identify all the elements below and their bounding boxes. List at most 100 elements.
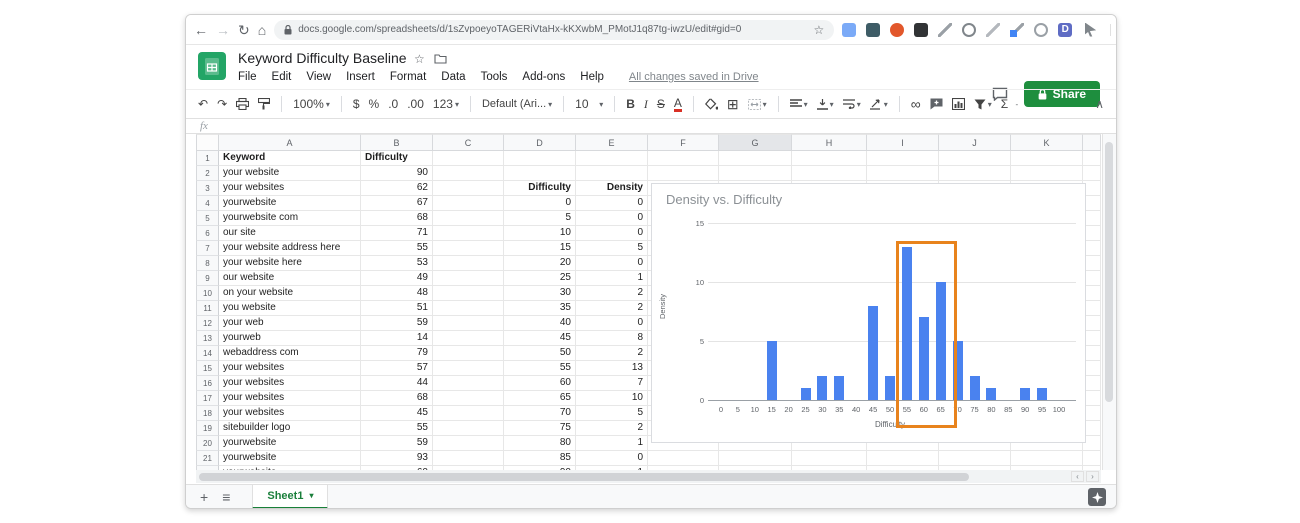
extension-icon-9[interactable] [1034, 23, 1048, 37]
cell[interactable]: 15 [504, 241, 576, 256]
cell[interactable]: 0 [576, 256, 648, 271]
paint-format-icon[interactable] [258, 98, 270, 110]
cell[interactable]: on your website [219, 286, 361, 301]
extension-icon-10[interactable]: D [1058, 23, 1072, 37]
explore-icon[interactable] [1088, 488, 1106, 506]
column-header-i[interactable]: I [867, 134, 939, 151]
scroll-right-arrow[interactable]: › [1086, 471, 1099, 482]
cell[interactable]: 35 [504, 301, 576, 316]
cell[interactable]: 0 [576, 316, 648, 331]
insert-chart-icon[interactable] [952, 98, 965, 110]
cell[interactable]: 55 [504, 361, 576, 376]
filter-icon[interactable]: ▾ [974, 99, 992, 110]
cell[interactable]: your websites [219, 361, 361, 376]
cell[interactable] [939, 166, 1011, 181]
menu-item-data[interactable]: Data [441, 71, 465, 83]
column-header-k[interactable]: K [1011, 134, 1083, 151]
cell[interactable] [867, 451, 939, 466]
cell[interactable]: 5 [576, 241, 648, 256]
cell[interactable] [433, 271, 504, 286]
cell[interactable] [433, 181, 504, 196]
document-title[interactable]: Keyword Difficulty Baseline [238, 50, 407, 66]
cell[interactable]: 79 [361, 346, 433, 361]
cell[interactable] [1083, 151, 1101, 166]
all-sheets-icon[interactable]: ≡ [222, 490, 230, 504]
cell[interactable]: Keyword [219, 151, 361, 166]
cell[interactable]: yourwebsite [219, 436, 361, 451]
row-number[interactable]: 21 [196, 451, 219, 466]
cell[interactable]: 59 [361, 436, 433, 451]
row-number[interactable]: 17 [196, 391, 219, 406]
row-number[interactable]: 8 [196, 256, 219, 271]
functions-icon[interactable]: Σ - [1001, 97, 1018, 111]
menu-item-format[interactable]: Format [390, 71, 426, 83]
cell[interactable]: 53 [361, 256, 433, 271]
cell[interactable] [433, 376, 504, 391]
cell[interactable]: 20 [504, 256, 576, 271]
cell[interactable] [648, 151, 719, 166]
cell[interactable]: Difficulty [361, 151, 433, 166]
scroll-left-arrow[interactable]: ‹ [1071, 471, 1084, 482]
saved-status[interactable]: All changes saved in Drive [629, 71, 759, 83]
cell[interactable]: 5 [576, 406, 648, 421]
cell[interactable] [719, 451, 792, 466]
cell[interactable]: 0 [576, 226, 648, 241]
cell[interactable] [1083, 451, 1101, 466]
menu-item-tools[interactable]: Tools [481, 71, 508, 83]
cell[interactable] [433, 361, 504, 376]
row-number[interactable]: 16 [196, 376, 219, 391]
cell[interactable] [504, 166, 576, 181]
cell[interactable] [433, 256, 504, 271]
cell[interactable]: your website address here [219, 241, 361, 256]
sheets-logo-icon[interactable] [198, 52, 226, 80]
cell[interactable] [433, 406, 504, 421]
column-header-f[interactable]: F [648, 134, 719, 151]
cell[interactable]: 2 [576, 301, 648, 316]
cell[interactable]: 25 [504, 271, 576, 286]
increase-decimal-button[interactable]: .00 [407, 97, 424, 111]
cell[interactable]: 7 [576, 376, 648, 391]
cell[interactable] [648, 166, 719, 181]
cell[interactable]: 75 [504, 421, 576, 436]
cell[interactable] [433, 196, 504, 211]
cell[interactable] [939, 151, 1011, 166]
text-wrap-icon[interactable]: ▾ [843, 99, 861, 109]
horizontal-scrollbar-thumb[interactable] [199, 473, 969, 481]
zoom-select[interactable]: 100%▾ [293, 97, 330, 111]
cell[interactable]: 71 [361, 226, 433, 241]
print-icon[interactable] [236, 98, 249, 110]
cell[interactable] [719, 151, 792, 166]
cell[interactable]: your websites [219, 391, 361, 406]
cell[interactable] [433, 346, 504, 361]
cell[interactable]: yourwebsite [219, 196, 361, 211]
cell[interactable] [433, 301, 504, 316]
column-header-g[interactable]: G [719, 134, 792, 151]
menu-item-edit[interactable]: Edit [272, 71, 292, 83]
extension-icon-1[interactable] [842, 23, 856, 37]
italic-button[interactable]: I [644, 97, 648, 112]
cell[interactable] [1011, 451, 1083, 466]
cell[interactable]: 55 [361, 421, 433, 436]
forward-icon[interactable]: → [216, 23, 230, 37]
cell[interactable]: 2 [576, 346, 648, 361]
cell[interactable]: your websites [219, 406, 361, 421]
row-number[interactable]: 19 [196, 421, 219, 436]
more-formats-button[interactable]: 123▾ [433, 97, 459, 111]
cell[interactable] [433, 391, 504, 406]
cell[interactable]: your website [219, 166, 361, 181]
row-number[interactable]: 9 [196, 271, 219, 286]
cell[interactable]: 13 [576, 361, 648, 376]
cell[interactable] [576, 166, 648, 181]
cell[interactable] [433, 451, 504, 466]
undo-icon[interactable]: ↶ [198, 97, 208, 111]
text-color-button[interactable]: A [674, 97, 682, 112]
cell[interactable]: Density [576, 181, 648, 196]
cell[interactable]: Difficulty [504, 181, 576, 196]
menu-item-file[interactable]: File [238, 71, 257, 83]
insert-comment-icon[interactable] [930, 98, 943, 110]
back-icon[interactable]: ← [194, 23, 208, 37]
cell[interactable] [867, 166, 939, 181]
row-number[interactable]: 2 [196, 166, 219, 181]
cell[interactable] [792, 451, 867, 466]
cell[interactable]: 44 [361, 376, 433, 391]
